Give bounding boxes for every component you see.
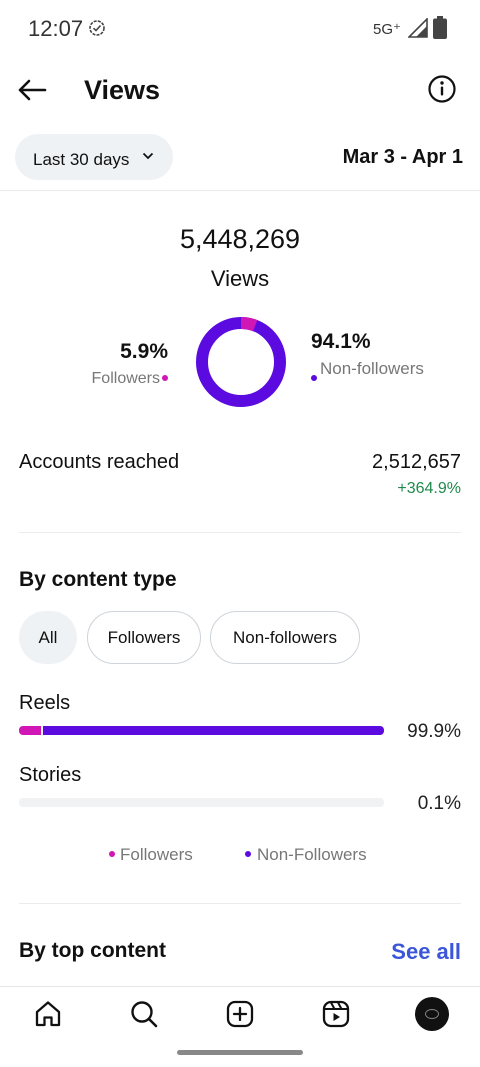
chip-followers[interactable]: Followers	[87, 611, 201, 664]
divider	[19, 532, 461, 533]
stories-label: Stories	[19, 764, 82, 786]
signal-icon	[408, 18, 428, 38]
app-header: Views	[0, 62, 480, 118]
page-title: Views	[84, 75, 161, 105]
status-time: 12:07	[28, 16, 84, 41]
by-top-content-title: By top content	[19, 939, 166, 962]
followers-label: Followers	[91, 370, 160, 387]
followers-dot	[162, 375, 168, 381]
vpn-check-icon	[89, 20, 105, 36]
reels-followers-segment	[19, 726, 41, 735]
legend-non-followers: Non-Followers	[257, 845, 367, 864]
reels-label: Reels	[19, 692, 71, 714]
views-donut-chart	[196, 317, 286, 407]
accounts-reached-value: 2,512,657	[372, 451, 461, 473]
date-range-dropdown[interactable]: Last 30 days	[15, 134, 173, 180]
see-all-link[interactable]: See all	[391, 939, 461, 965]
donut-non-followers-arc	[196, 317, 286, 407]
total-views-label: Views	[210, 266, 270, 291]
chip-all[interactable]: All	[19, 611, 77, 664]
total-views: 5,448,269	[179, 224, 301, 254]
reels-icon[interactable]	[321, 999, 351, 1029]
create-icon[interactable]	[225, 999, 255, 1029]
search-icon[interactable]	[129, 999, 159, 1029]
stories-bar	[19, 798, 384, 807]
stories-percent: 0.1%	[417, 793, 461, 814]
home-indicator	[177, 1050, 303, 1055]
non-followers-dot	[311, 375, 317, 381]
reels-percent: 99.9%	[407, 721, 461, 742]
reels-bar	[19, 726, 384, 735]
divider	[0, 190, 480, 191]
accounts-reached-change: +364.9%	[397, 480, 461, 497]
profile-avatar[interactable]	[415, 997, 449, 1031]
chevron-down-icon	[142, 152, 154, 160]
back-arrow-icon[interactable]	[16, 74, 48, 106]
chip-non-followers[interactable]: Non-followers	[210, 611, 360, 664]
legend-followers-dot	[109, 851, 115, 857]
home-icon[interactable]	[33, 999, 63, 1029]
network-type: 5G⁺	[373, 21, 401, 38]
battery-icon	[433, 16, 447, 39]
info-icon[interactable]	[427, 74, 457, 104]
status-bar: 12:07 5G⁺	[0, 0, 480, 56]
divider	[19, 903, 461, 904]
reels-non-followers-segment	[42, 726, 384, 735]
followers-percent: 5.9%	[120, 340, 168, 363]
date-range-dropdown-label: Last 30 days	[33, 150, 130, 169]
date-range-text: Mar 3 - Apr 1	[342, 146, 463, 168]
non-followers-label: Non-followers	[320, 359, 424, 378]
legend-non-followers-dot	[245, 851, 251, 857]
legend-followers: Followers	[120, 845, 193, 864]
by-content-type-title: By content type	[19, 568, 177, 591]
accounts-reached-label: Accounts reached	[19, 451, 180, 473]
non-followers-percent: 94.1%	[311, 330, 371, 353]
